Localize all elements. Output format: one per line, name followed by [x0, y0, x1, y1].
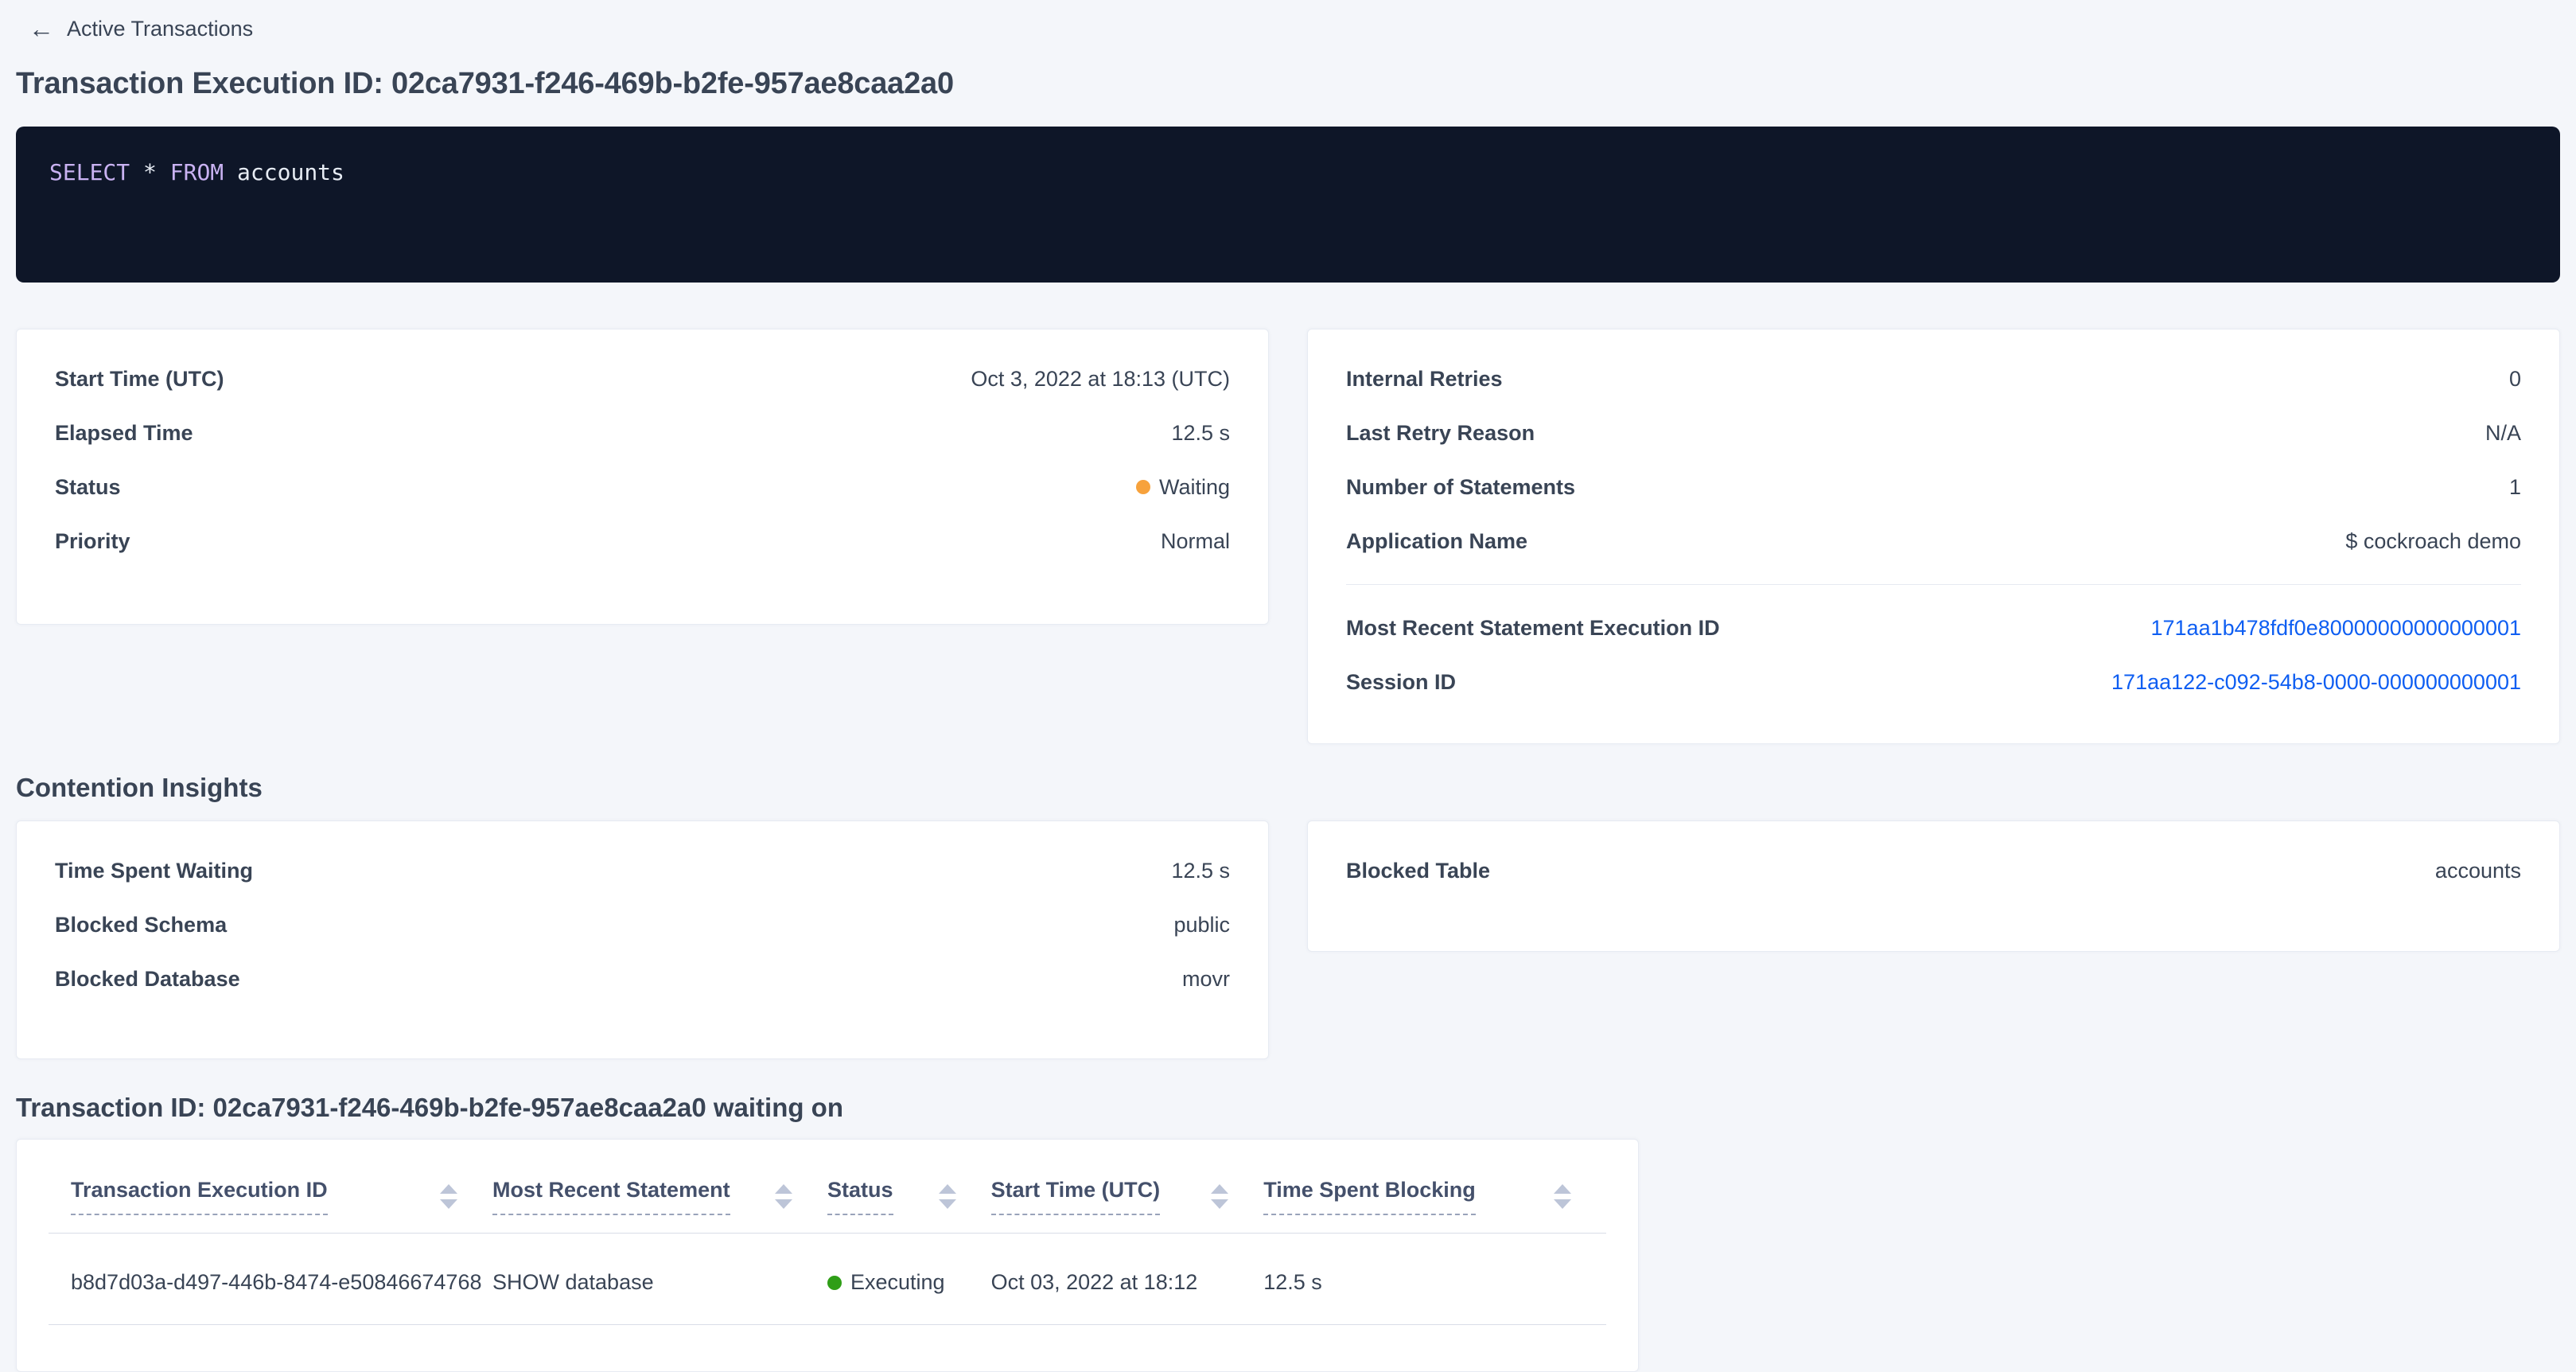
- elapsed-time-row: Elapsed Time 12.5 s: [55, 406, 1230, 460]
- column-label: Most Recent Statement: [492, 1178, 730, 1215]
- session-id-link[interactable]: 171aa122-c092-54b8-0000-000000000001: [2111, 670, 2521, 695]
- sql-keyword: SELECT: [49, 159, 130, 185]
- priority-row: Priority Normal: [55, 514, 1230, 568]
- start-time-row: Start Time (UTC) Oct 3, 2022 at 18:13 (U…: [55, 352, 1230, 406]
- last-retry-reason-label: Last Retry Reason: [1346, 421, 1535, 446]
- blocked-table-label: Blocked Table: [1346, 859, 1490, 883]
- number-of-statements-row: Number of Statements 1: [1346, 460, 2521, 514]
- status-row: Status Waiting: [55, 460, 1230, 514]
- cell-start-time: Oct 03, 2022 at 18:12: [991, 1234, 1264, 1325]
- blocked-database-label: Blocked Database: [55, 967, 240, 992]
- number-of-statements-value: 1: [2509, 475, 2521, 500]
- sql-text: *: [130, 159, 170, 185]
- application-name-label: Application Name: [1346, 529, 1527, 554]
- column-label: Time Spent Blocking: [1263, 1178, 1476, 1215]
- blocked-table-card: Blocked Table accounts: [1307, 820, 2560, 952]
- sort-icon: [775, 1184, 792, 1209]
- cell-time-spent-blocking: 12.5 s: [1263, 1234, 1606, 1325]
- transaction-summary-card: Start Time (UTC) Oct 3, 2022 at 18:13 (U…: [16, 329, 1269, 625]
- priority-value: Normal: [1161, 529, 1230, 554]
- sort-icon: [1554, 1184, 1571, 1209]
- cell-transaction-execution-id: b8d7d03a-d497-446b-8474-e50846674768: [49, 1234, 492, 1325]
- sort-icon: [440, 1184, 457, 1209]
- sql-text: accounts: [224, 159, 344, 185]
- start-time-label: Start Time (UTC): [55, 367, 224, 392]
- page-title: Transaction Execution ID: 02ca7931-f246-…: [16, 67, 2560, 101]
- most-recent-statement-execution-id-link[interactable]: 171aa1b478fdf0e80000000000000001: [2151, 616, 2522, 641]
- sql-statement-box: SELECT * FROM accounts: [16, 127, 2560, 283]
- sql-keyword: FROM: [170, 159, 224, 185]
- overview-cards: Start Time (UTC) Oct 3, 2022 at 18:13 (U…: [16, 329, 2560, 744]
- column-label: Transaction Execution ID: [71, 1178, 328, 1215]
- status-text: Waiting: [1159, 475, 1230, 500]
- most-recent-statement-execution-id-label: Most Recent Statement Execution ID: [1346, 616, 1720, 641]
- column-header-status[interactable]: Status: [827, 1178, 991, 1234]
- cell-most-recent-statement: SHOW database: [492, 1234, 827, 1325]
- sort-icon: [939, 1184, 956, 1209]
- back-link-label: Active Transactions: [67, 17, 253, 41]
- executing-status-dot-icon: [827, 1276, 842, 1290]
- transaction-meta-card: Internal Retries 0 Last Retry Reason N/A…: [1307, 329, 2560, 744]
- status-value: Waiting: [1136, 475, 1230, 500]
- application-name-row: Application Name $ cockroach demo: [1346, 514, 2521, 568]
- elapsed-time-value: 12.5 s: [1171, 421, 1230, 446]
- blocked-schema-row: Blocked Schema public: [55, 898, 1230, 952]
- column-header-time-spent-blocking[interactable]: Time Spent Blocking: [1263, 1178, 1606, 1234]
- most-recent-statement-execution-id-row: Most Recent Statement Execution ID 171aa…: [1346, 601, 2521, 655]
- elapsed-time-label: Elapsed Time: [55, 421, 193, 446]
- table-row: b8d7d03a-d497-446b-8474-e50846674768 SHO…: [49, 1234, 1606, 1325]
- number-of-statements-label: Number of Statements: [1346, 475, 1575, 500]
- priority-label: Priority: [55, 529, 130, 554]
- waiting-on-heading: Transaction ID: 02ca7931-f246-469b-b2fe-…: [16, 1093, 2560, 1123]
- column-label: Status: [827, 1178, 893, 1215]
- blocked-database-value: movr: [1182, 967, 1230, 992]
- column-header-transaction-execution-id[interactable]: Transaction Execution ID: [49, 1178, 492, 1234]
- column-label: Start Time (UTC): [991, 1178, 1161, 1215]
- internal-retries-value: 0: [2509, 367, 2521, 392]
- blocked-table-row: Blocked Table accounts: [1346, 844, 2521, 898]
- contention-insights-heading: Contention Insights: [16, 773, 2560, 803]
- column-header-most-recent-statement[interactable]: Most Recent Statement: [492, 1178, 827, 1234]
- status-text: Executing: [850, 1270, 945, 1295]
- time-spent-waiting-value: 12.5 s: [1171, 859, 1230, 883]
- blocked-schema-label: Blocked Schema: [55, 913, 227, 937]
- card-divider: [1346, 584, 2521, 585]
- session-id-row: Session ID 171aa122-c092-54b8-0000-00000…: [1346, 655, 2521, 709]
- start-time-value: Oct 3, 2022 at 18:13 (UTC): [971, 367, 1230, 392]
- internal-retries-label: Internal Retries: [1346, 367, 1503, 392]
- time-spent-waiting-label: Time Spent Waiting: [55, 859, 253, 883]
- sort-icon: [1211, 1184, 1228, 1209]
- contention-cards: Time Spent Waiting 12.5 s Blocked Schema…: [16, 820, 2560, 1059]
- waiting-on-table-card: Transaction Execution ID Most Recent Sta…: [16, 1139, 1639, 1372]
- application-name-value: $ cockroach demo: [2345, 529, 2521, 554]
- status-label: Status: [55, 475, 121, 500]
- cell-status: Executing: [827, 1234, 991, 1325]
- table-header-row: Transaction Execution ID Most Recent Sta…: [49, 1178, 1606, 1234]
- blocked-schema-value: public: [1173, 913, 1230, 937]
- last-retry-reason-value: N/A: [2485, 421, 2521, 446]
- waiting-status-dot-icon: [1136, 480, 1150, 494]
- contention-detail-card: Time Spent Waiting 12.5 s Blocked Schema…: [16, 820, 1269, 1059]
- back-to-active-transactions-link[interactable]: ← Active Transactions: [16, 11, 253, 41]
- internal-retries-row: Internal Retries 0: [1346, 352, 2521, 406]
- time-spent-waiting-row: Time Spent Waiting 12.5 s: [55, 844, 1230, 898]
- blocked-database-row: Blocked Database movr: [55, 952, 1230, 1006]
- back-arrow-icon: ←: [29, 16, 54, 41]
- session-id-label: Session ID: [1346, 670, 1456, 695]
- blocked-table-value: accounts: [2435, 859, 2521, 883]
- waiting-on-table: Transaction Execution ID Most Recent Sta…: [49, 1178, 1606, 1325]
- column-header-start-time[interactable]: Start Time (UTC): [991, 1178, 1264, 1234]
- transaction-details-page: ← Active Transactions Transaction Execut…: [0, 0, 2576, 1372]
- last-retry-reason-row: Last Retry Reason N/A: [1346, 406, 2521, 460]
